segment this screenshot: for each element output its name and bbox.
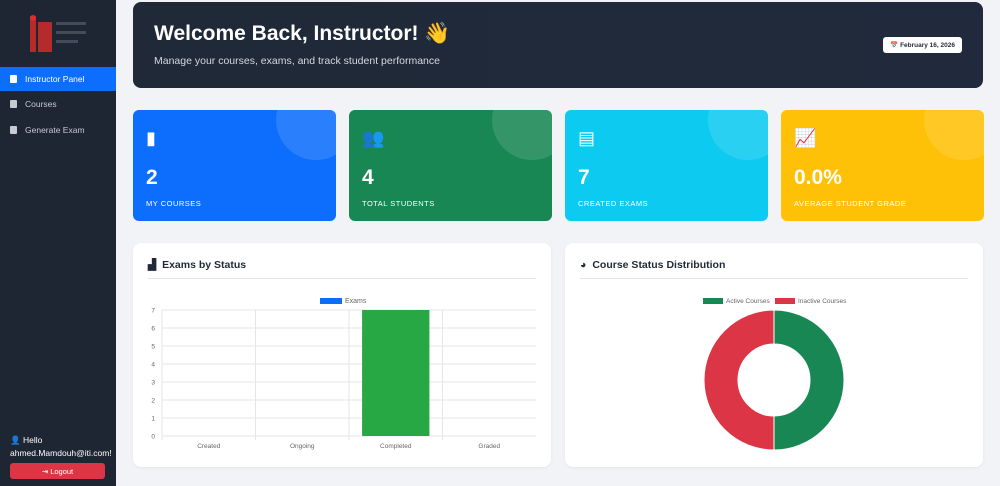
bar-chart: Exams 0 1 2 3 4 5 6 7 Created Ongoing Completed Grad… [151,298,536,450]
stat-card-grade[interactable]: 📈 0.0% Average Student Grade [781,110,984,221]
legend-label: Exams [345,298,367,305]
donut-slice [773,309,845,451]
y-tick-label: 1 [151,416,155,423]
stat-card-exams[interactable]: ▤ 7 Created Exams [565,110,768,221]
legend-swatch [320,298,342,304]
y-tick-label: 4 [151,362,155,369]
legend-swatch [703,298,723,304]
user-icon: 👤 [10,435,21,445]
users-icon: 👥 [362,128,385,148]
y-tick-label: 6 [151,326,155,333]
page-title: Welcome Back, Instructor! 👋 [154,22,451,45]
exams-by-status-card: ▟ Exams by Status Exams 0 1 2 3 4 5 6 7 Created Ong… [133,243,551,467]
id-card-icon [10,75,17,83]
donut-slice [703,309,775,451]
exam-icon [10,126,17,134]
iti-logo [30,15,86,52]
y-tick-label: 7 [151,308,155,315]
date-badge: 📅 February 16, 2026 [883,37,962,53]
file-icon: ▤ [578,128,596,148]
y-tick-label: 5 [151,344,155,351]
x-tick-label: Ongoing [290,443,315,450]
y-tick-label: 2 [151,398,155,405]
logout-icon: ⇥ [41,466,51,476]
welcome-header: Welcome Back, Instructor! 👋 Manage your … [133,2,983,88]
stat-card-students[interactable]: 👥 4 Total Students [349,110,552,221]
course-status-card: ◕ Course Status Distribution Active Cours… [565,243,983,467]
stat-card-courses[interactable]: ▮ 2 My Courses [133,110,336,221]
sidebar-item-courses[interactable]: Courses [0,92,116,116]
user-info: 👤 Hello ahmed.Mamdouh@iti.com! [10,435,112,458]
x-tick-label: Completed [380,443,412,450]
y-tick-label: 0 [151,434,155,441]
legend-label: Active Courses [726,298,770,305]
x-tick-label: Created [197,443,221,450]
y-tick-label: 3 [151,380,155,387]
sidebar-item-generate-exam[interactable]: Generate Exam [0,118,116,142]
book-icon: ▮ [146,128,156,148]
logout-button[interactable]: ⇥ Logout [10,463,105,479]
page-subtitle: Manage your courses, exams, and track st… [154,55,440,67]
chart-line-icon: 📈 [794,128,817,148]
sidebar-item-instructor-panel[interactable]: Instructor Panel [0,67,116,91]
x-tick-label: Graded [478,443,500,450]
sidebar: Instructor Panel Courses Generate Exam 👤… [0,0,116,486]
bar [362,310,430,436]
donut-chart: Active Courses Inactive Courses [703,298,847,451]
book-icon [10,100,17,108]
legend-swatch [775,298,795,304]
legend-label: Inactive Courses [798,298,847,305]
